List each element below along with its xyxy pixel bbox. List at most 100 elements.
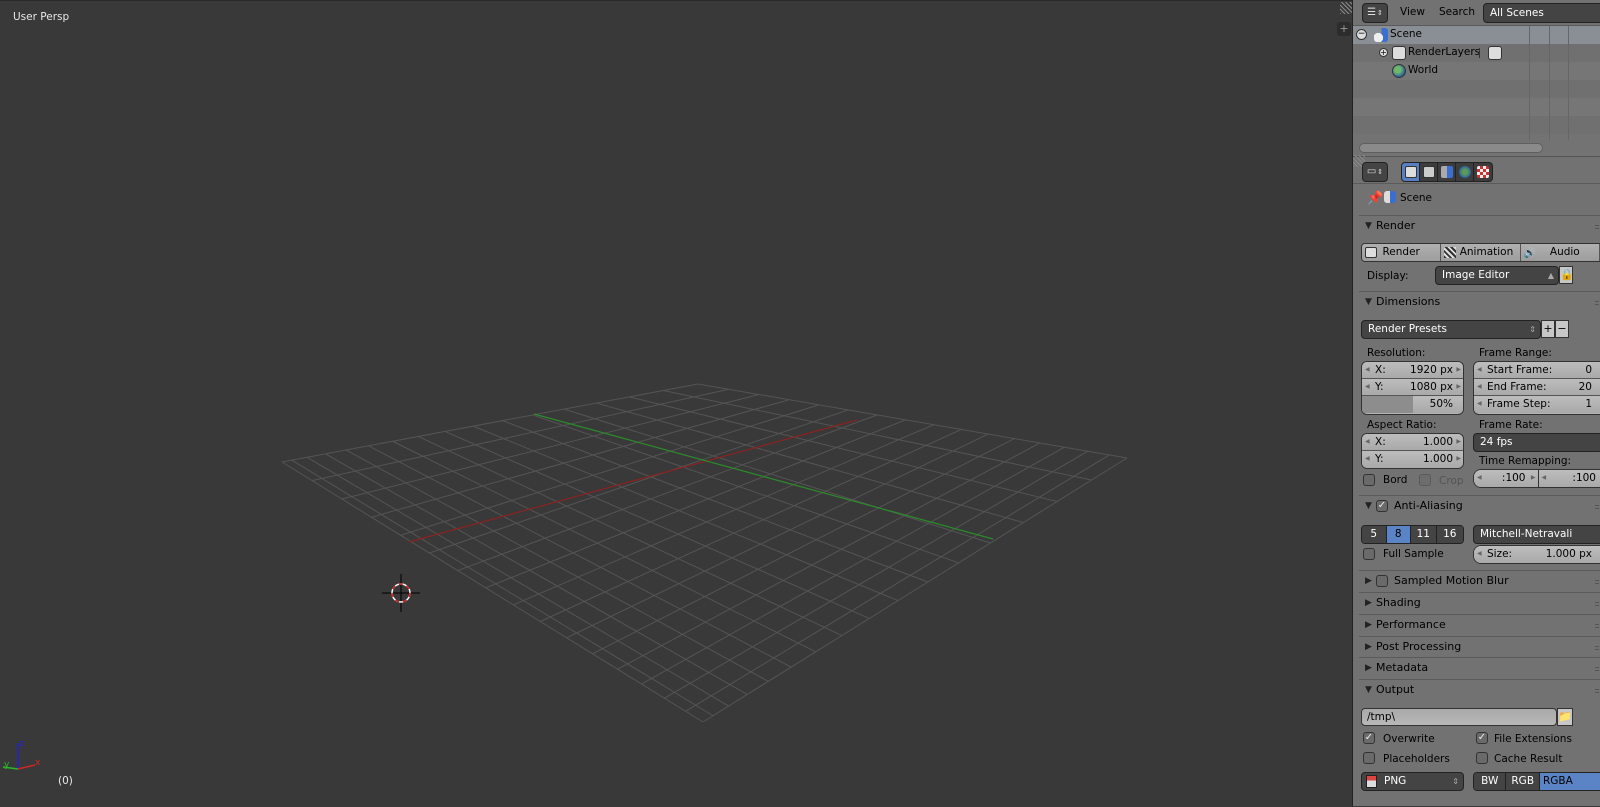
motion-blur-checkbox[interactable]	[1376, 575, 1388, 587]
properties-editor-type-button[interactable]: ▭⇕	[1362, 162, 1388, 182]
bord-label: Bord	[1383, 474, 1407, 486]
resolution-percentage-slider[interactable]: 50%	[1362, 396, 1463, 413]
overwrite-label: Overwrite	[1383, 733, 1435, 745]
render-presets-dropdown[interactable]: Render Presets⇕	[1361, 320, 1541, 339]
button-label: Audio	[1540, 246, 1580, 258]
file-extensions-checkbox[interactable]: ✓	[1476, 732, 1488, 744]
aa-sample-8[interactable]: 8	[1387, 526, 1412, 543]
drag-grip-icon[interactable]	[1595, 578, 1599, 584]
collapse-icon[interactable]: −	[1356, 29, 1367, 40]
drag-grip-icon[interactable]	[1595, 644, 1599, 650]
file-format-dropdown[interactable]: PNG⇕	[1361, 772, 1464, 791]
color-mode-rgb[interactable]: RGB	[1506, 773, 1539, 790]
color-mode-bw[interactable]: BW	[1474, 773, 1506, 790]
drag-grip-icon[interactable]	[1595, 503, 1599, 509]
drag-grip-icon[interactable]	[1595, 622, 1599, 628]
output-path-field[interactable]: /tmp\	[1361, 708, 1557, 726]
drag-grip-icon[interactable]	[1595, 600, 1599, 606]
tab-render-layers[interactable]	[1420, 163, 1438, 181]
dropdown-value: Mitchell-Netravali	[1480, 528, 1572, 540]
add-preset-button[interactable]: +	[1541, 320, 1555, 338]
3d-viewport[interactable]: User Persp + z x y (0)	[0, 0, 1352, 806]
start-frame-field[interactable]: ◀Start Frame:0	[1474, 362, 1600, 379]
grid-line	[686, 455, 1110, 711]
camera-icon	[1405, 166, 1417, 178]
y-axis-line	[534, 414, 993, 539]
panel-dimensions-header[interactable]: ▼ Dimensions	[1359, 291, 1600, 312]
horizontal-scrollbar[interactable]	[1359, 143, 1543, 153]
end-frame-field[interactable]: ◀End Frame:20	[1474, 379, 1600, 396]
panel-output-header[interactable]: ▼ Output	[1359, 679, 1600, 700]
aspect-x-field[interactable]: ◀X:1.000▶	[1362, 434, 1463, 451]
display-mode-dropdown[interactable]: All Scenes	[1483, 3, 1600, 23]
resolution-x-field[interactable]: ◀X:1920 px▶	[1362, 362, 1463, 379]
remap-new-field[interactable]: ◀:100	[1539, 470, 1600, 487]
panel-metadata-header[interactable]: ▶ Metadata	[1359, 657, 1600, 678]
overwrite-checkbox[interactable]: ✓	[1363, 732, 1375, 744]
3d-cursor[interactable]	[382, 574, 420, 612]
panel-performance-header[interactable]: ▶ Performance	[1359, 614, 1600, 635]
toolshelf-toggle-button[interactable]: +	[1337, 22, 1351, 36]
panel-title: Anti-Aliasing	[1394, 499, 1463, 512]
tab-scene[interactable]	[1438, 163, 1456, 181]
crop-checkbox[interactable]	[1419, 474, 1431, 486]
frame-rate-dropdown[interactable]: 24 fps	[1473, 433, 1600, 452]
tab-render[interactable]	[1402, 163, 1420, 181]
aa-sample-5[interactable]: 5	[1362, 526, 1387, 543]
drag-grip-icon[interactable]	[1595, 299, 1599, 305]
tab-world[interactable]	[1456, 163, 1474, 181]
grid-line	[503, 421, 928, 582]
display-dropdown[interactable]: Image Editor▲	[1435, 266, 1559, 285]
drag-grip-icon[interactable]	[1595, 687, 1599, 693]
aa-size-field[interactable]: ◀Size:1.000 px	[1473, 545, 1600, 564]
resolution-y-field[interactable]: ◀Y:1080 px▶	[1362, 379, 1463, 396]
grid-line	[618, 443, 1040, 669]
tab-texture[interactable]	[1474, 163, 1492, 181]
aa-filter-dropdown[interactable]: Mitchell-Netravali	[1473, 525, 1600, 544]
speaker-icon: 🔊	[1524, 245, 1536, 262]
aa-sample-16[interactable]: 16	[1437, 526, 1463, 543]
scene-icon	[1384, 191, 1396, 203]
panel-shading-header[interactable]: ▶ Shading	[1359, 592, 1600, 613]
area-split-handle[interactable]	[1340, 2, 1352, 14]
camera-icon	[1365, 247, 1377, 258]
lock-interface-toggle[interactable]: 🔒	[1559, 266, 1573, 284]
menu-search[interactable]: Search	[1439, 6, 1475, 18]
panel-render-header[interactable]: ▼ Render	[1359, 215, 1600, 236]
texture-icon	[1477, 166, 1489, 178]
world-icon	[1459, 166, 1471, 178]
grid-line	[642, 447, 1065, 684]
expand-icon[interactable]: +	[1379, 48, 1388, 57]
audio-button[interactable]: 🔊 Audio	[1521, 244, 1600, 261]
grid-line	[698, 384, 1127, 458]
placeholders-checkbox[interactable]	[1363, 752, 1375, 764]
bord-checkbox[interactable]	[1363, 474, 1375, 486]
render-button[interactable]: Render	[1362, 244, 1441, 261]
resolution-label: Resolution:	[1367, 347, 1425, 359]
aa-sample-11[interactable]: 11	[1411, 526, 1437, 543]
cache-result-checkbox[interactable]	[1476, 752, 1488, 764]
menu-view[interactable]: View	[1400, 6, 1425, 18]
render-layer-icon[interactable]	[1488, 46, 1502, 60]
drag-grip-icon[interactable]	[1595, 223, 1599, 229]
grid-line	[533, 415, 959, 563]
anti-aliasing-checkbox[interactable]: ✓	[1376, 500, 1388, 512]
remove-preset-button[interactable]: −	[1555, 320, 1569, 338]
frame-step-field[interactable]: ◀Frame Step:1	[1474, 396, 1600, 413]
pin-icon[interactable]: 📌	[1367, 191, 1383, 206]
drag-grip-icon[interactable]	[1595, 665, 1599, 671]
grid-line	[593, 439, 1015, 654]
panel-anti-aliasing-header[interactable]: ▼ ✓ Anti-Aliasing	[1359, 495, 1600, 516]
frame-rate-label: Frame Rate:	[1479, 419, 1543, 431]
axis-gizmo: z x y	[0, 737, 50, 777]
folder-browse-button[interactable]: 📁	[1557, 708, 1573, 726]
panel-sampled-motion-blur-header[interactable]: ▶ Sampled Motion Blur	[1359, 570, 1600, 591]
remap-old-field[interactable]: ◀:100▶	[1474, 470, 1539, 487]
outliner-editor-type-button[interactable]: ☰⇕	[1362, 3, 1388, 23]
restriction-columns	[1529, 26, 1600, 140]
color-mode-rgba[interactable]: RGBA	[1540, 773, 1600, 790]
animation-button[interactable]: Animation	[1441, 244, 1520, 261]
aspect-y-field[interactable]: ◀Y:1.000▶	[1362, 451, 1463, 468]
panel-post-processing-header[interactable]: ▶ Post Processing	[1359, 636, 1600, 657]
full-sample-checkbox[interactable]	[1363, 548, 1375, 560]
